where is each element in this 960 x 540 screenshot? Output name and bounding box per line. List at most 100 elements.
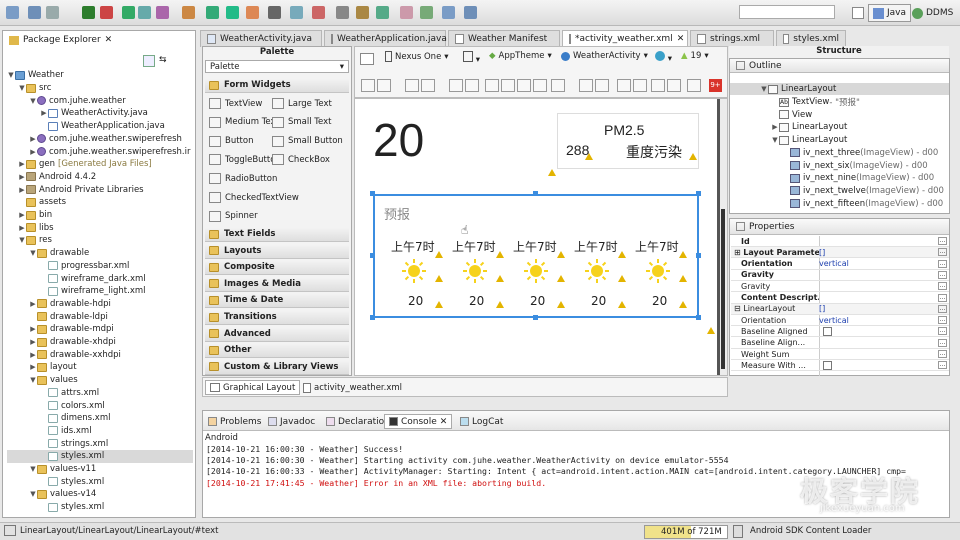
more-options-icon[interactable]: ... [938, 293, 947, 302]
more-options-icon[interactable]: ... [938, 316, 947, 325]
tree-item[interactable]: ▼ values [7, 374, 193, 387]
warning-icon[interactable] [435, 251, 443, 258]
outline-item[interactable]: Ab TextView - "预报" [771, 96, 860, 109]
palette-widget[interactable]: RadioButton [209, 173, 277, 185]
layout-action-icon[interactable] [501, 79, 515, 92]
tab-graphical-layout[interactable]: Graphical Layout [205, 380, 301, 395]
toolbar-action-icon[interactable] [442, 6, 455, 19]
expanded-icon[interactable]: ▼ [29, 376, 37, 384]
warning-icon[interactable] [435, 301, 443, 308]
collapsed-icon[interactable]: ▶ [18, 224, 26, 232]
palette-dropdown[interactable]: Palette ▾ [205, 60, 349, 73]
palette-widget[interactable]: Medium Text [209, 116, 279, 128]
palette-category[interactable]: Composite [205, 260, 349, 276]
toolbar-action-icon[interactable] [28, 6, 41, 19]
canvas-scrollbar[interactable] [721, 209, 725, 369]
toolbar-action-icon[interactable] [268, 6, 281, 19]
toolbar-action-icon[interactable] [420, 6, 433, 19]
editor-tab[interactable]: WeatherApplication.java [324, 30, 447, 47]
tree-item[interactable]: ▶ gen [Generated Java Files] [7, 158, 193, 171]
toolbar-action-icon[interactable] [290, 6, 303, 19]
expanded-icon[interactable]: ▼ [29, 97, 37, 105]
layout-action-icon[interactable] [361, 79, 375, 92]
toolbar-action-icon[interactable] [156, 6, 169, 19]
toolbar-action-icon[interactable] [182, 6, 195, 19]
heap-status[interactable]: 401M of 721M [644, 525, 728, 539]
property-value[interactable]: vertical [819, 316, 938, 325]
tree-item[interactable]: ▶ drawable-xxhdpi [7, 348, 193, 361]
property-row[interactable]: Orientation vertical... [731, 315, 949, 327]
tree-item[interactable]: ▼ Weather [7, 69, 193, 82]
tree-item[interactable]: ▶ Android Private Libraries [7, 183, 193, 196]
collapsed-icon[interactable]: ▶ [771, 123, 779, 131]
link-with-editor-icon[interactable]: ⇆ [159, 55, 171, 67]
tree-item[interactable]: drawable-ldpi [7, 310, 193, 323]
editor-tab[interactable]: styles.xml [776, 30, 846, 47]
resize-handle[interactable] [533, 191, 538, 196]
property-row[interactable]: Gravity... [731, 270, 949, 281]
outline-item[interactable]: ▼ LinearLayout [760, 83, 836, 96]
more-options-icon[interactable]: ... [938, 248, 947, 257]
layout-action-icon[interactable] [517, 79, 531, 92]
perspective-ddms[interactable]: DDMS [908, 4, 957, 22]
tree-item[interactable]: ▶ com.juhe.weather.swiperefresh [7, 133, 193, 146]
close-icon[interactable]: ✕ [440, 417, 448, 427]
tree-item[interactable]: WeatherApplication.java [7, 120, 193, 133]
toolbar-action-icon[interactable] [46, 6, 59, 19]
collapsed-icon[interactable]: ▶ [18, 160, 26, 168]
tree-item[interactable]: ▶ com.juhe.weather.swiperefresh.ir [7, 145, 193, 158]
property-row[interactable]: Gravity... [731, 281, 949, 293]
tree-item[interactable]: progressbar.xml [7, 260, 193, 273]
tree-item[interactable]: strings.xml [7, 437, 193, 450]
layout-action-icon[interactable] [421, 79, 435, 92]
tree-item[interactable]: ▶ drawable-xhdpi [7, 336, 193, 349]
palette-category[interactable]: Custom & Library Views [205, 359, 349, 375]
tree-item[interactable]: attrs.xml [7, 387, 193, 400]
expanded-icon[interactable]: ▼ [7, 71, 15, 79]
layout-action-icon[interactable] [687, 79, 701, 92]
activity-selector[interactable]: WeatherActivity ▾ [561, 51, 648, 61]
api-level-selector[interactable]: ▲ 19 ▾ [681, 51, 709, 61]
close-icon[interactable]: ✕ [677, 34, 685, 44]
layout-action-icon[interactable] [551, 79, 565, 92]
checkbox[interactable] [823, 326, 832, 336]
outline-item[interactable]: iv_next_twelve (ImageView) - d00 [782, 185, 944, 198]
garbage-collect-icon[interactable] [733, 525, 743, 538]
tree-item[interactable]: wireframe_dark.xml [7, 272, 193, 285]
console-tab[interactable]: Javadoc [264, 414, 319, 429]
expanded-icon[interactable]: ▼ [771, 136, 779, 144]
tree-item[interactable]: styles.xml [7, 501, 193, 514]
palette-widget[interactable]: Button [209, 135, 253, 147]
tree-item[interactable]: ▶ drawable-hdpi [7, 298, 193, 311]
warning-icon[interactable] [689, 153, 697, 160]
property-row[interactable]: Measure With ...... [731, 360, 949, 372]
property-value[interactable]: vertical [819, 259, 938, 268]
quick-access-search[interactable] [739, 5, 835, 19]
toolbar-action-icon[interactable] [122, 6, 135, 19]
palette-category[interactable]: Transitions [205, 310, 349, 325]
theme-selector[interactable]: ◆ AppTheme ▾ [489, 51, 552, 61]
warning-icon[interactable] [496, 275, 504, 282]
resize-handle[interactable] [370, 191, 375, 196]
collapsed-icon[interactable]: ▶ [29, 351, 37, 359]
tree-item[interactable]: ▶ bin [7, 209, 193, 222]
layout-action-icon[interactable] [667, 79, 681, 92]
layout-action-icon[interactable] [533, 79, 547, 92]
resize-handle[interactable] [696, 253, 701, 258]
tab-xml-source[interactable]: activity_weather.xml [299, 380, 406, 395]
toolbar-action-icon[interactable] [246, 6, 259, 19]
outline-item[interactable]: iv_next_nine (ImageView) - d00 [782, 172, 934, 185]
layout-action-icon[interactable] [405, 79, 419, 92]
palette-widget[interactable]: Small Text [272, 116, 332, 128]
toolbar-action-icon[interactable] [464, 6, 477, 19]
collapsed-icon[interactable]: ▶ [29, 325, 37, 333]
property-row[interactable]: Baseline Aligned... [731, 326, 949, 338]
warning-icon[interactable] [557, 275, 565, 282]
collapsed-icon[interactable]: ▶ [18, 173, 26, 181]
outline-item[interactable]: ▼ LinearLayout [771, 134, 847, 147]
collapsed-icon[interactable]: ▶ [18, 186, 26, 194]
expanded-icon[interactable]: ▼ [18, 236, 26, 244]
warning-icon[interactable] [618, 301, 626, 308]
expand-toggle-icon[interactable]: ⊞ [734, 248, 743, 257]
more-options-icon[interactable]: ... [938, 361, 947, 370]
